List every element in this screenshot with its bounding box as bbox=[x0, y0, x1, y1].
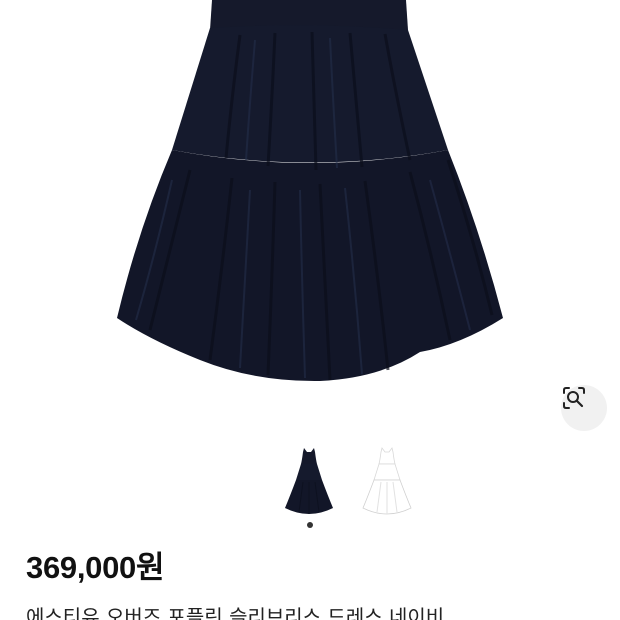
visual-search-button[interactable] bbox=[561, 385, 607, 431]
page-indicator-dot bbox=[307, 522, 313, 528]
white-dress-thumbnail[interactable] bbox=[359, 446, 415, 516]
product-title: 에스티유 오버즈 포플린 슬리브리스 드레스 네이비 bbox=[26, 605, 445, 620]
navy-dress-thumbnail[interactable] bbox=[281, 446, 337, 516]
product-page: 369,000원 에스티유 오버즈 포플린 슬리브리스 드레스 네이비 bbox=[0, 0, 620, 620]
thumbnail-strip bbox=[0, 446, 620, 520]
product-price: 369,000원 bbox=[26, 550, 165, 585]
visual-search-icon bbox=[563, 387, 585, 409]
product-image-gallery[interactable] bbox=[0, 0, 620, 431]
navy-dress-image bbox=[117, 0, 503, 382]
